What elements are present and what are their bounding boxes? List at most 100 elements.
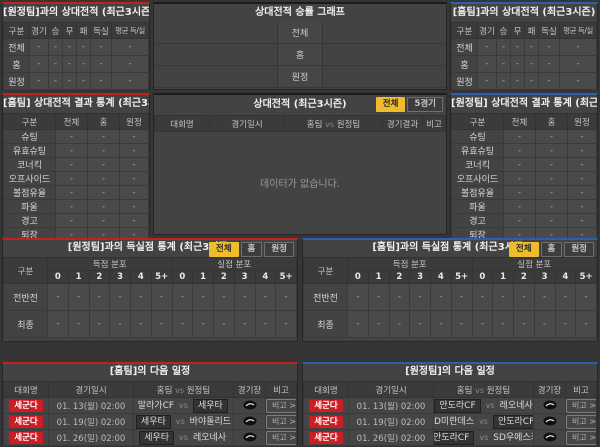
panel-title: 상대전적 승률 그래프 — [255, 7, 345, 18]
table-row: 코너킥 - - - — [3, 157, 149, 172]
stat-value: - — [171, 283, 194, 311]
filter-away-button[interactable]: 원정 — [564, 242, 594, 257]
stat-value: - — [192, 283, 214, 311]
schedule-row: 세군다 01. 13(월) 02:00 안도라CF vs 레오네사 비고 > — [303, 397, 597, 414]
stat-value: - — [430, 310, 452, 338]
graph-bar-area-right — [323, 66, 446, 87]
stat-value: - — [575, 283, 597, 311]
graph-row-away: 원정 — [154, 66, 446, 88]
filter-away-button[interactable]: 원정 — [264, 242, 294, 257]
table-bins-row: 0 1 2 3 4 5+ 0 1 2 3 4 5+ — [304, 270, 597, 284]
goal-distribution-table: 구분 득점 분포 실점 분포 0 1 2 3 4 5+ 0 1 2 3 4 5+ 전반전 - - - - - - -… — [303, 257, 597, 338]
schedule-row: 세군다 01. 19(일) 02:00 CD미란데스 vs 안도라CF 비고 > — [303, 413, 597, 430]
note-button[interactable]: 비고 > — [566, 414, 596, 429]
column-header-match: 홈팀 vs 원정팀 — [284, 115, 383, 132]
panel-title-text: [홈팀]과의 득실점 통계 (최근3시즌) — [372, 242, 528, 253]
league-badge: 세군다 — [9, 399, 43, 412]
stat-value: - — [535, 171, 568, 186]
note-button[interactable]: 비고 > — [566, 430, 596, 445]
stat-value: - — [535, 213, 568, 228]
stat-value: - — [150, 283, 173, 311]
stat-value: - — [275, 283, 297, 311]
stat-value: - — [477, 38, 497, 56]
matchup: CD미란데스 vs 안도라CF — [435, 414, 533, 429]
header-home-label: 홈팀 — [306, 119, 323, 130]
stat-value: - — [48, 38, 63, 56]
league-badge: 세군다 — [309, 415, 343, 428]
away-team: 바야돌리드 — [189, 416, 232, 427]
note-button[interactable]: 비고 > — [266, 414, 296, 429]
column-header: 무 — [62, 22, 77, 39]
stat-value: - — [192, 310, 214, 338]
match-datetime: 01. 13(월) 02:00 — [48, 397, 134, 414]
column-header-match: 홈팀 vs 원정팀 — [133, 381, 234, 398]
graph-bar-area-left — [154, 66, 277, 87]
stat-value: - — [538, 72, 560, 90]
panel-title: [원정팀]과의 상대전적 (최근3시즌) — [3, 7, 149, 18]
vs-label: vs — [479, 433, 489, 442]
row-label: 볼점유율 — [451, 185, 504, 200]
stat-value: - — [55, 171, 88, 186]
panel-title: 상대전적 (최근3시즌) 전체 5경기 — [154, 95, 446, 115]
filter-home-button[interactable]: 홈 — [540, 242, 563, 257]
table-header-row: 대회명 경기일시 홈팀 vs 원정팀 경기장 비고 — [303, 381, 597, 398]
stat-value: - — [388, 310, 411, 338]
stat-value: - — [567, 129, 597, 144]
bin-header: 3 — [533, 270, 556, 284]
stat-value: - — [254, 310, 277, 338]
column-header: 경기 — [477, 22, 497, 39]
stat-value: - — [513, 283, 535, 311]
empty-state-message: 데이터가 없습니다. — [260, 178, 340, 190]
group-header-scored: 득점 분포 — [47, 257, 173, 271]
bin-header: 4 — [430, 270, 452, 284]
away-team-highlighted: 세우타 — [192, 398, 228, 413]
table-row: 경고 - - - — [451, 213, 597, 228]
stat-value: - — [538, 55, 560, 73]
row-label: 유효슈팅 — [451, 143, 504, 158]
stat-value: - — [213, 283, 235, 311]
filter-all-button[interactable]: 전체 — [208, 242, 239, 257]
stat-value: - — [55, 157, 88, 172]
stat-value: - — [450, 310, 473, 338]
column-header-match: 홈팀 vs 원정팀 — [433, 381, 534, 398]
stadium-icon — [543, 432, 556, 442]
note-button[interactable]: 비고 > — [566, 398, 596, 413]
stadium-icon — [543, 416, 556, 426]
column-header: 득실 — [90, 22, 112, 39]
header-home-label: 홈팀 — [456, 385, 473, 396]
table-row: 홈------ — [451, 55, 597, 73]
stat-value: - — [450, 283, 473, 311]
stat-value: - — [87, 157, 120, 172]
stat-value: - — [496, 55, 511, 73]
row-label: 파울 — [3, 199, 56, 214]
row-label: 최종 — [3, 310, 48, 338]
filter-recent5-button[interactable]: 5경기 — [407, 97, 443, 112]
filter-home-button[interactable]: 홈 — [240, 242, 263, 257]
bin-header: 1 — [492, 270, 514, 284]
row-label: 홈 — [3, 55, 30, 73]
stat-value: - — [492, 310, 514, 338]
table-row: 유효슈팅 - - - — [3, 143, 149, 158]
bin-header: 1 — [67, 270, 90, 284]
table-row: 전반전 - - - - - - - - - - - - — [303, 283, 597, 311]
matchup: 세우타 vs 레오네사 — [135, 430, 233, 445]
stat-value: - — [111, 55, 149, 73]
row-label: 원정 — [3, 72, 30, 90]
graph-row-total: 전체 — [154, 22, 446, 44]
schedule-table: 대회명 경기일시 홈팀 vs 원정팀 경기장 비고 세군다 01. 13(월) … — [303, 381, 597, 446]
bin-header: 1 — [192, 270, 214, 284]
vs-label: vs — [179, 433, 188, 442]
filter-all-button[interactable]: 전체 — [508, 242, 539, 257]
filter-button-group: 전체 홈 원정 — [208, 242, 294, 257]
note-button[interactable]: 비고 > — [266, 430, 296, 445]
filter-all-button[interactable]: 전체 — [375, 97, 406, 112]
note-button[interactable]: 비고 > — [266, 398, 296, 413]
stat-value: - — [67, 283, 90, 311]
stat-value: - — [55, 213, 88, 228]
league-badge: 세군다 — [309, 399, 343, 412]
stat-value: - — [567, 143, 597, 158]
column-header: 구분 — [451, 113, 504, 130]
stat-value: - — [554, 283, 577, 311]
stat-value: - — [55, 143, 88, 158]
away-team: 레오네사 — [499, 400, 533, 411]
